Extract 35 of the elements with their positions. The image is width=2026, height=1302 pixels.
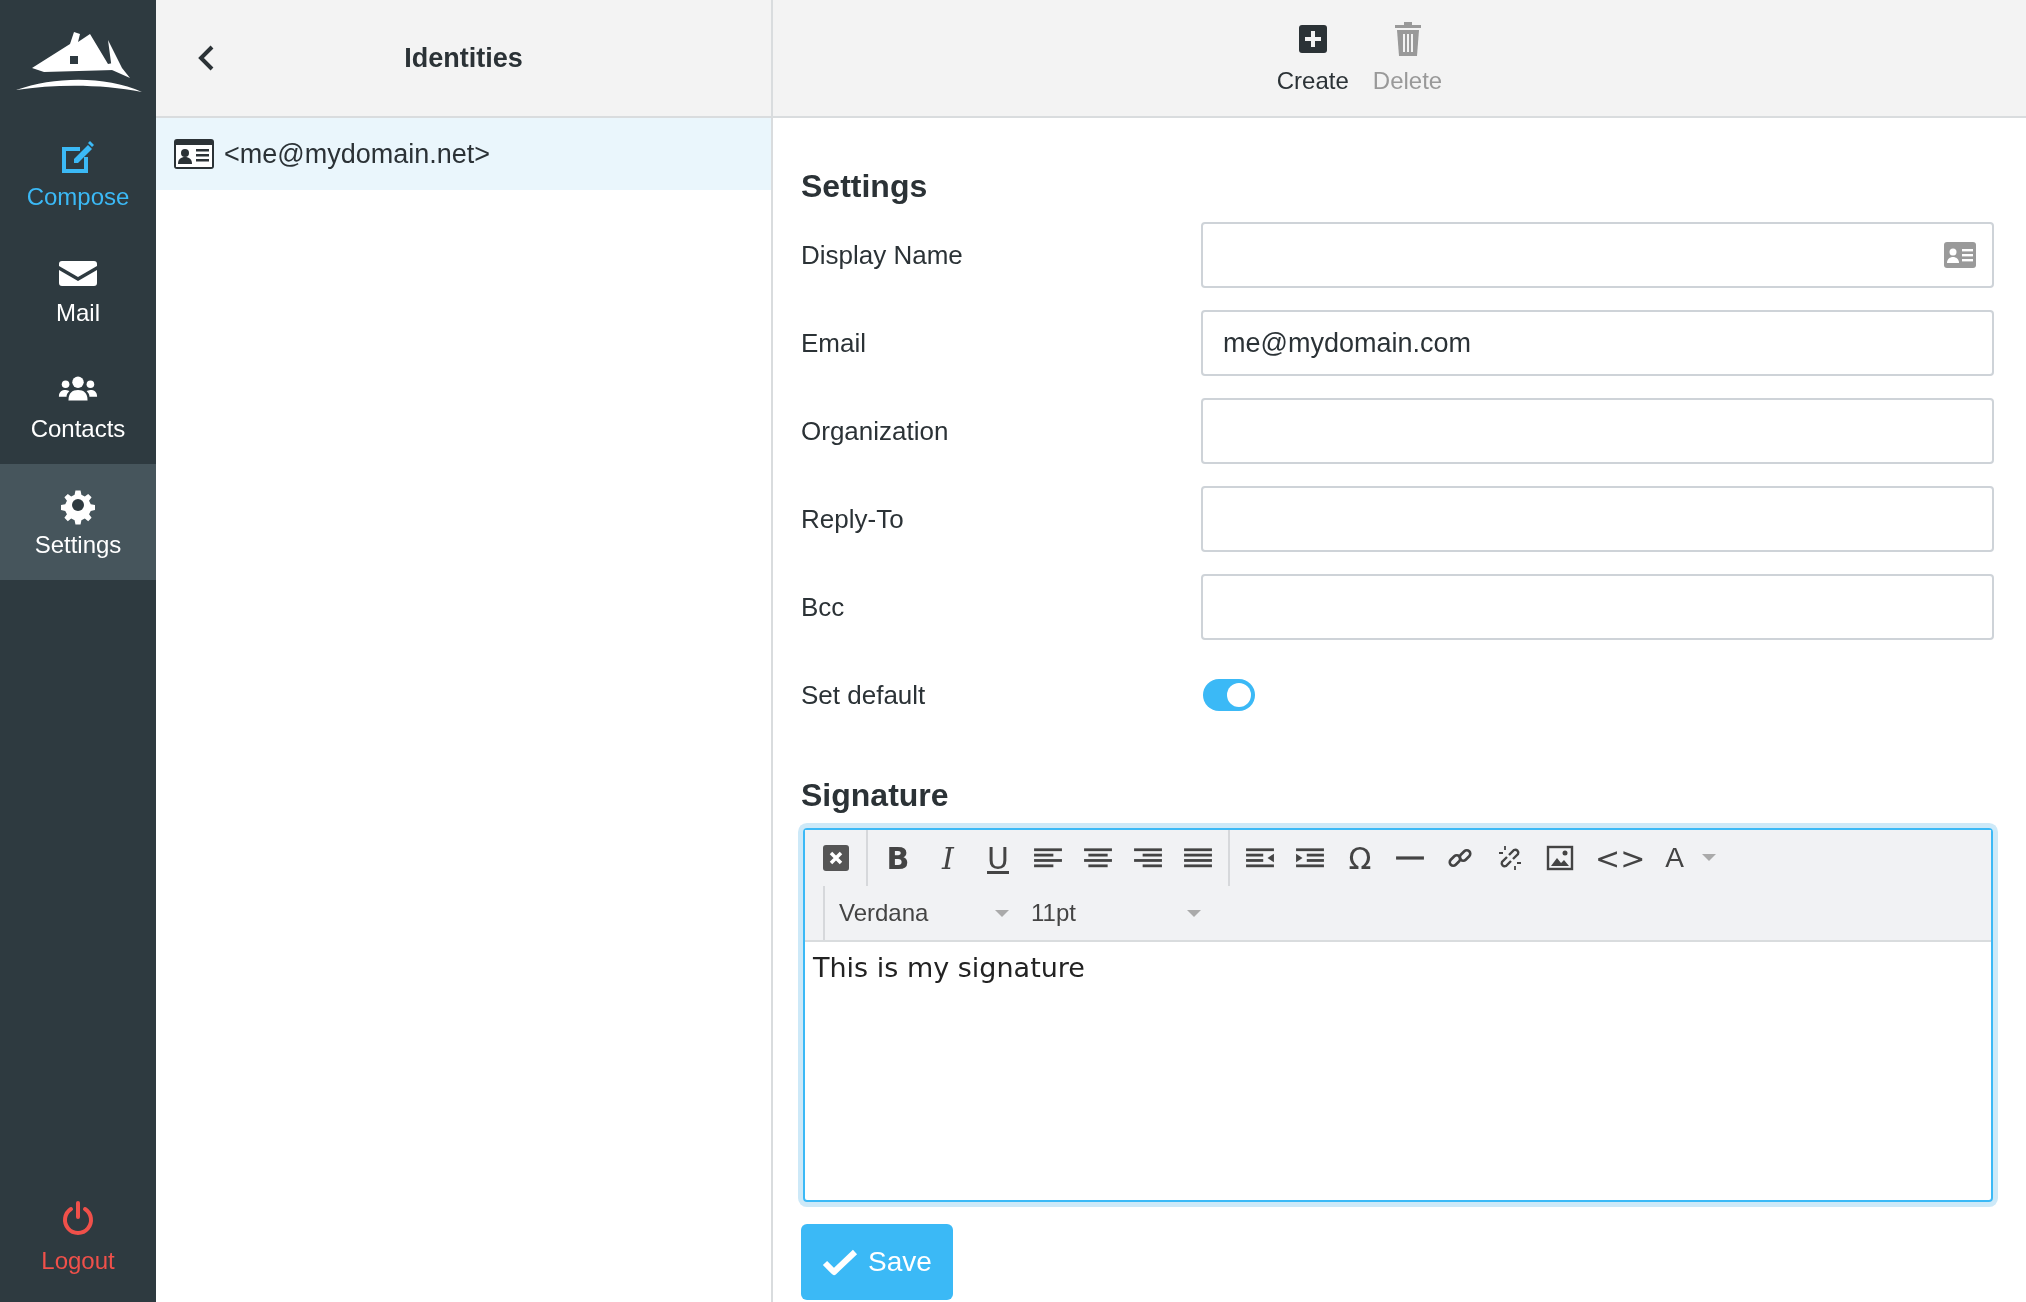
nav-item[interactable]: Contacts — [0, 348, 156, 464]
signature-editor[interactable]: This is my signature — [805, 942, 1991, 1200]
clear-format-icon[interactable] — [821, 844, 851, 872]
italic-button[interactable]: I — [933, 840, 963, 876]
id-card-icon — [174, 139, 214, 169]
input-field[interactable] — [1201, 574, 1994, 640]
input-field[interactable] — [1201, 398, 1994, 464]
image-icon[interactable] — [1545, 844, 1575, 872]
field-label: Email — [801, 327, 867, 360]
panel-title: Identities — [404, 42, 523, 73]
section-heading: Settings — [801, 168, 929, 205]
underline-button[interactable]: U — [983, 840, 1013, 876]
font-size-dropdown[interactable]: 11pt — [1031, 899, 1223, 927]
input-field[interactable] — [1201, 222, 1994, 288]
identity-item[interactable]: <me@mydomain.net> — [156, 118, 771, 190]
field-label: Reply-To — [801, 503, 905, 536]
section-heading: Signature — [801, 777, 950, 814]
field-label: Organization — [801, 415, 950, 448]
field-label: Set default — [801, 679, 927, 712]
nav-item[interactable]: Settings — [0, 464, 156, 580]
bold-button[interactable]: B — [883, 840, 913, 876]
nav-item[interactable]: Compose — [0, 116, 156, 232]
nav-item[interactable]: Mail — [0, 232, 156, 348]
toolbar-button[interactable]: Ω — [1345, 840, 1375, 876]
field-label: Bcc — [801, 591, 846, 624]
toolbar-button[interactable]: <> — [1595, 840, 1646, 876]
field-label: Display Name — [801, 239, 964, 272]
font-family-dropdown[interactable]: Verdana — [839, 899, 1031, 927]
input-field[interactable] — [1201, 486, 1994, 552]
id-card-icon — [1944, 242, 1976, 268]
input-field[interactable]: me@mydomain.com — [1201, 310, 1994, 376]
text-color-button[interactable]: A — [1665, 842, 1716, 874]
toggle-switch[interactable] — [1203, 679, 1255, 711]
checkmark-icon — [822, 1247, 859, 1277]
create-button[interactable]: Create — [1276, 21, 1349, 95]
